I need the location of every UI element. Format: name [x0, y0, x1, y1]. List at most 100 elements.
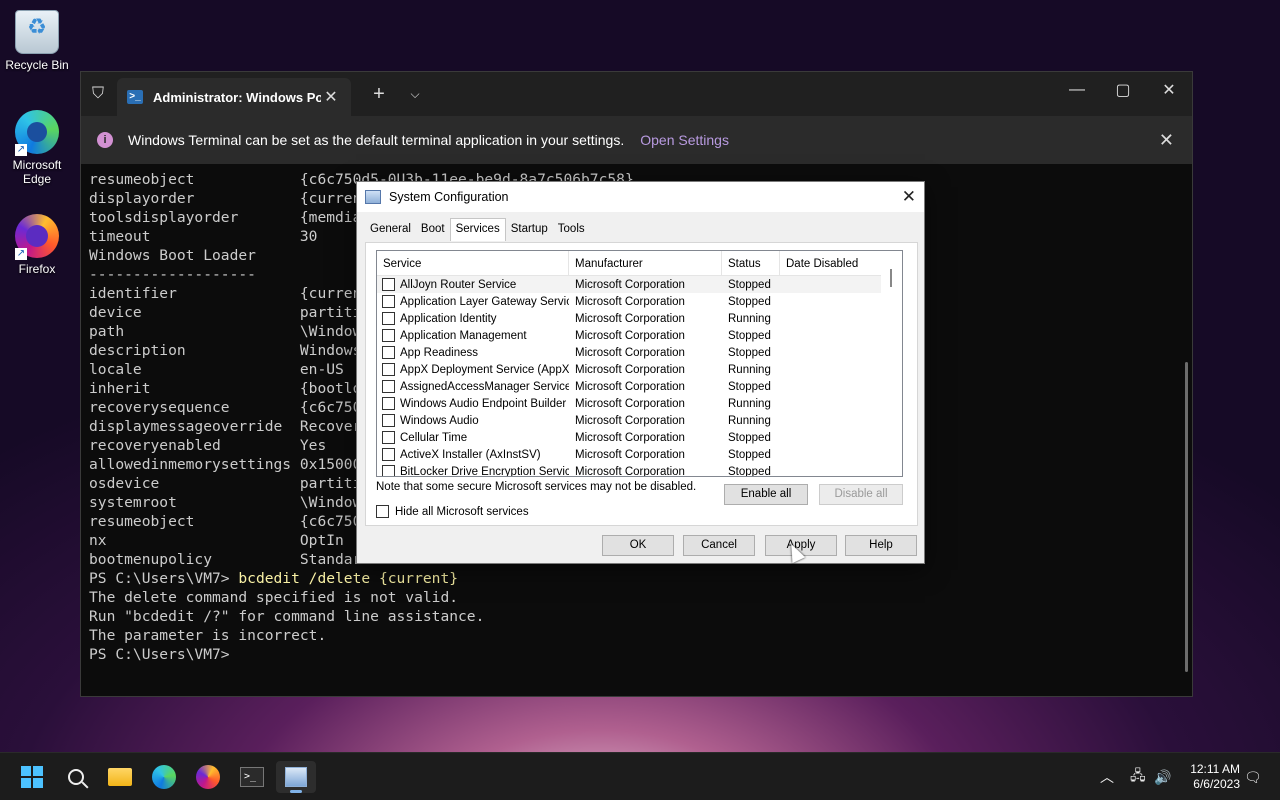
console-prompt: PS C:\Users\VM7>: [89, 646, 230, 663]
tray-chevron-icon[interactable]: ︿: [1100, 753, 1114, 800]
notification-icon[interactable]: 🗨: [1244, 753, 1262, 800]
chevron-down-icon[interactable]: ⌵: [397, 87, 433, 102]
service-cell: ActiveX Installer (AxInstSV): [377, 448, 569, 461]
column-header-status[interactable]: Status: [722, 251, 780, 275]
table-row[interactable]: AppX Deployment Service (AppX... Microsof…: [377, 361, 902, 378]
status-cell: Running: [728, 312, 771, 325]
search-button[interactable]: [56, 761, 96, 793]
help-button[interactable]: Help: [845, 535, 917, 556]
tab-tools[interactable]: Tools: [553, 220, 590, 241]
terminal-scrollbar[interactable]: [1185, 362, 1188, 672]
service-checkbox[interactable]: [382, 295, 395, 308]
service-checkbox[interactable]: [382, 278, 395, 291]
table-row[interactable]: AllJoyn Router Service Microsoft Corporat…: [377, 276, 902, 293]
powershell-icon: >_: [127, 90, 143, 104]
tab-services[interactable]: Services: [449, 218, 506, 241]
status-cell: Stopped: [728, 295, 771, 308]
service-checkbox[interactable]: [382, 414, 395, 427]
info-close-icon[interactable]: ✕: [1159, 130, 1174, 151]
table-row[interactable]: Cellular Time Microsoft Corporation Stoppe…: [377, 429, 902, 446]
table-row[interactable]: Application Management Microsoft Corporat…: [377, 327, 902, 344]
service-name: AllJoyn Router Service: [400, 278, 517, 291]
start-button[interactable]: [12, 761, 52, 793]
enable-all-button[interactable]: Enable all: [724, 484, 808, 505]
clock[interactable]: 12:11 AM 6/6/2023: [1190, 762, 1240, 792]
service-checkbox[interactable]: [382, 312, 395, 325]
status-cell: Running: [728, 397, 771, 410]
table-row[interactable]: Application Layer Gateway Service Microso…: [377, 293, 902, 310]
table-row[interactable]: AssignedAccessManager Service Microsoft C…: [377, 378, 902, 395]
list-scrollbar[interactable]: [881, 251, 902, 476]
desktop-icon-label: Firefox: [18, 262, 56, 276]
disable-all-button[interactable]: Disable all: [819, 484, 903, 505]
service-cell: Application Layer Gateway Service: [377, 295, 569, 308]
table-row[interactable]: App Readiness Microsoft Corporation Stoppe…: [377, 344, 902, 361]
service-name: Windows Audio Endpoint Builder: [400, 397, 567, 410]
dialog-close-icon[interactable]: ✕: [902, 187, 916, 207]
taskbar-file-explorer[interactable]: [100, 761, 140, 793]
table-row[interactable]: Windows Audio Microsoft Corporation Runnin…: [377, 412, 902, 429]
taskbar-terminal[interactable]: >_: [232, 761, 272, 793]
ok-button[interactable]: OK: [602, 535, 674, 556]
manufacturer-cell: Microsoft Corporation: [575, 465, 685, 477]
service-checkbox[interactable]: [382, 431, 395, 444]
manufacturer-cell: Microsoft Corporation: [575, 346, 685, 359]
services-list[interactable]: Service Manufacturer Status Date Disable…: [376, 250, 903, 477]
info-icon: i: [97, 132, 113, 148]
edge-icon: [152, 765, 176, 789]
service-checkbox[interactable]: [382, 329, 395, 342]
terminal-tab[interactable]: >_ Administrator: Windows PowerShell ✕: [117, 78, 351, 116]
close-button[interactable]: ✕: [1146, 72, 1192, 108]
tab-close-icon[interactable]: ✕: [321, 87, 341, 107]
service-checkbox[interactable]: [382, 448, 395, 461]
desktop-icon-edge[interactable]: ↗ Microsoft Edge: [4, 110, 70, 186]
console-output-line: The delete command specified is not vali…: [89, 589, 459, 606]
column-header-service[interactable]: Service: [377, 251, 569, 275]
service-checkbox[interactable]: [382, 397, 395, 410]
tab-general[interactable]: General: [365, 220, 416, 241]
hide-microsoft-services-checkbox[interactable]: [376, 505, 389, 518]
terminal-icon: >_: [240, 767, 264, 787]
network-icon[interactable]: 🖧: [1130, 753, 1146, 800]
manufacturer-cell: Microsoft Corporation: [575, 431, 685, 444]
status-cell: Running: [728, 414, 771, 427]
manufacturer-cell: Microsoft Corporation: [575, 295, 685, 308]
open-settings-link[interactable]: Open Settings: [640, 132, 729, 148]
service-checkbox[interactable]: [382, 465, 395, 476]
service-checkbox[interactable]: [382, 346, 395, 359]
hide-microsoft-services[interactable]: Hide all Microsoft services: [376, 505, 529, 518]
service-cell: Cellular Time: [377, 431, 569, 444]
minimize-button[interactable]: —: [1054, 72, 1100, 108]
service-name: ActiveX Installer (AxInstSV): [400, 448, 541, 461]
table-row[interactable]: BitLocker Drive Encryption Service Micros…: [377, 463, 902, 477]
dialog-title: System Configuration: [389, 190, 509, 204]
tab-title: Administrator: Windows PowerShell: [153, 89, 321, 105]
taskbar-edge[interactable]: [144, 761, 184, 793]
system-configuration-dialog: System Configuration ✕ General Boot Servic…: [356, 181, 925, 564]
service-cell: AppX Deployment Service (AppX...: [377, 363, 569, 376]
table-row[interactable]: ActiveX Installer (AxInstSV) Microsoft Co…: [377, 446, 902, 463]
table-row[interactable]: Application Identity Microsoft Corporatio…: [377, 310, 902, 327]
service-cell: App Readiness: [377, 346, 569, 359]
column-header-manufacturer[interactable]: Manufacturer: [569, 251, 722, 275]
msconfig-icon: [285, 767, 307, 787]
tab-boot[interactable]: Boot: [416, 220, 450, 241]
taskbar-firefox[interactable]: [188, 761, 228, 793]
desktop-icon-recycle-bin[interactable]: Recycle Bin: [4, 10, 70, 72]
table-row[interactable]: Windows Audio Endpoint Builder Microsoft …: [377, 395, 902, 412]
maximize-button[interactable]: ▢: [1100, 72, 1146, 108]
manufacturer-cell: Microsoft Corporation: [575, 397, 685, 410]
clock-date: 6/6/2023: [1193, 777, 1240, 791]
service-checkbox[interactable]: [382, 363, 395, 376]
tab-startup[interactable]: Startup: [506, 220, 553, 241]
desktop-icon-firefox[interactable]: ↗ Firefox: [4, 214, 70, 276]
taskbar-system-configuration[interactable]: [276, 761, 316, 793]
column-header-date-disabled[interactable]: Date Disabled: [780, 251, 882, 275]
service-cell: Application Identity: [377, 312, 569, 325]
volume-icon[interactable]: 🔊: [1154, 753, 1171, 800]
service-checkbox[interactable]: [382, 380, 395, 393]
new-tab-button[interactable]: +: [361, 83, 397, 106]
folder-icon: [108, 768, 132, 786]
cancel-button[interactable]: Cancel: [683, 535, 755, 556]
service-cell: AssignedAccessManager Service: [377, 380, 569, 393]
